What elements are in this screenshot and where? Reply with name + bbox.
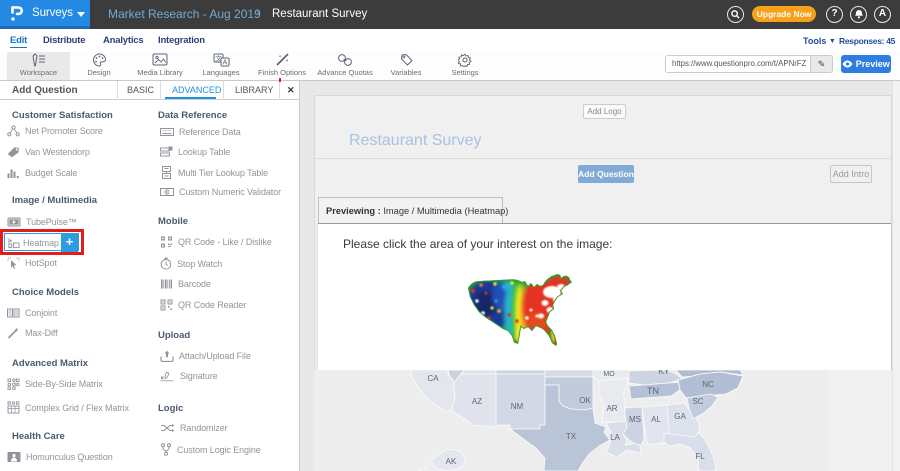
svg-text:AR: AR [606,404,617,413]
svg-text:OK: OK [579,396,591,405]
svg-text:AL: AL [651,415,661,424]
svg-text:GA: GA [674,412,686,421]
svg-text:TX: TX [566,432,577,441]
svg-text:CA: CA [427,374,439,383]
svg-text:KY: KY [659,370,670,376]
svg-text:FL: FL [695,452,705,461]
svg-text:AZ: AZ [472,397,482,406]
svg-text:SC: SC [692,397,703,406]
svg-text:LA: LA [610,433,620,442]
svg-text:TN: TN [647,386,659,396]
svg-text:NC: NC [702,380,714,389]
svg-text:AK: AK [446,457,457,466]
svg-text:MO: MO [603,371,615,378]
svg-text:A: A [222,60,227,67]
svg-text:MS: MS [629,415,641,424]
svg-text:NM: NM [511,402,524,411]
